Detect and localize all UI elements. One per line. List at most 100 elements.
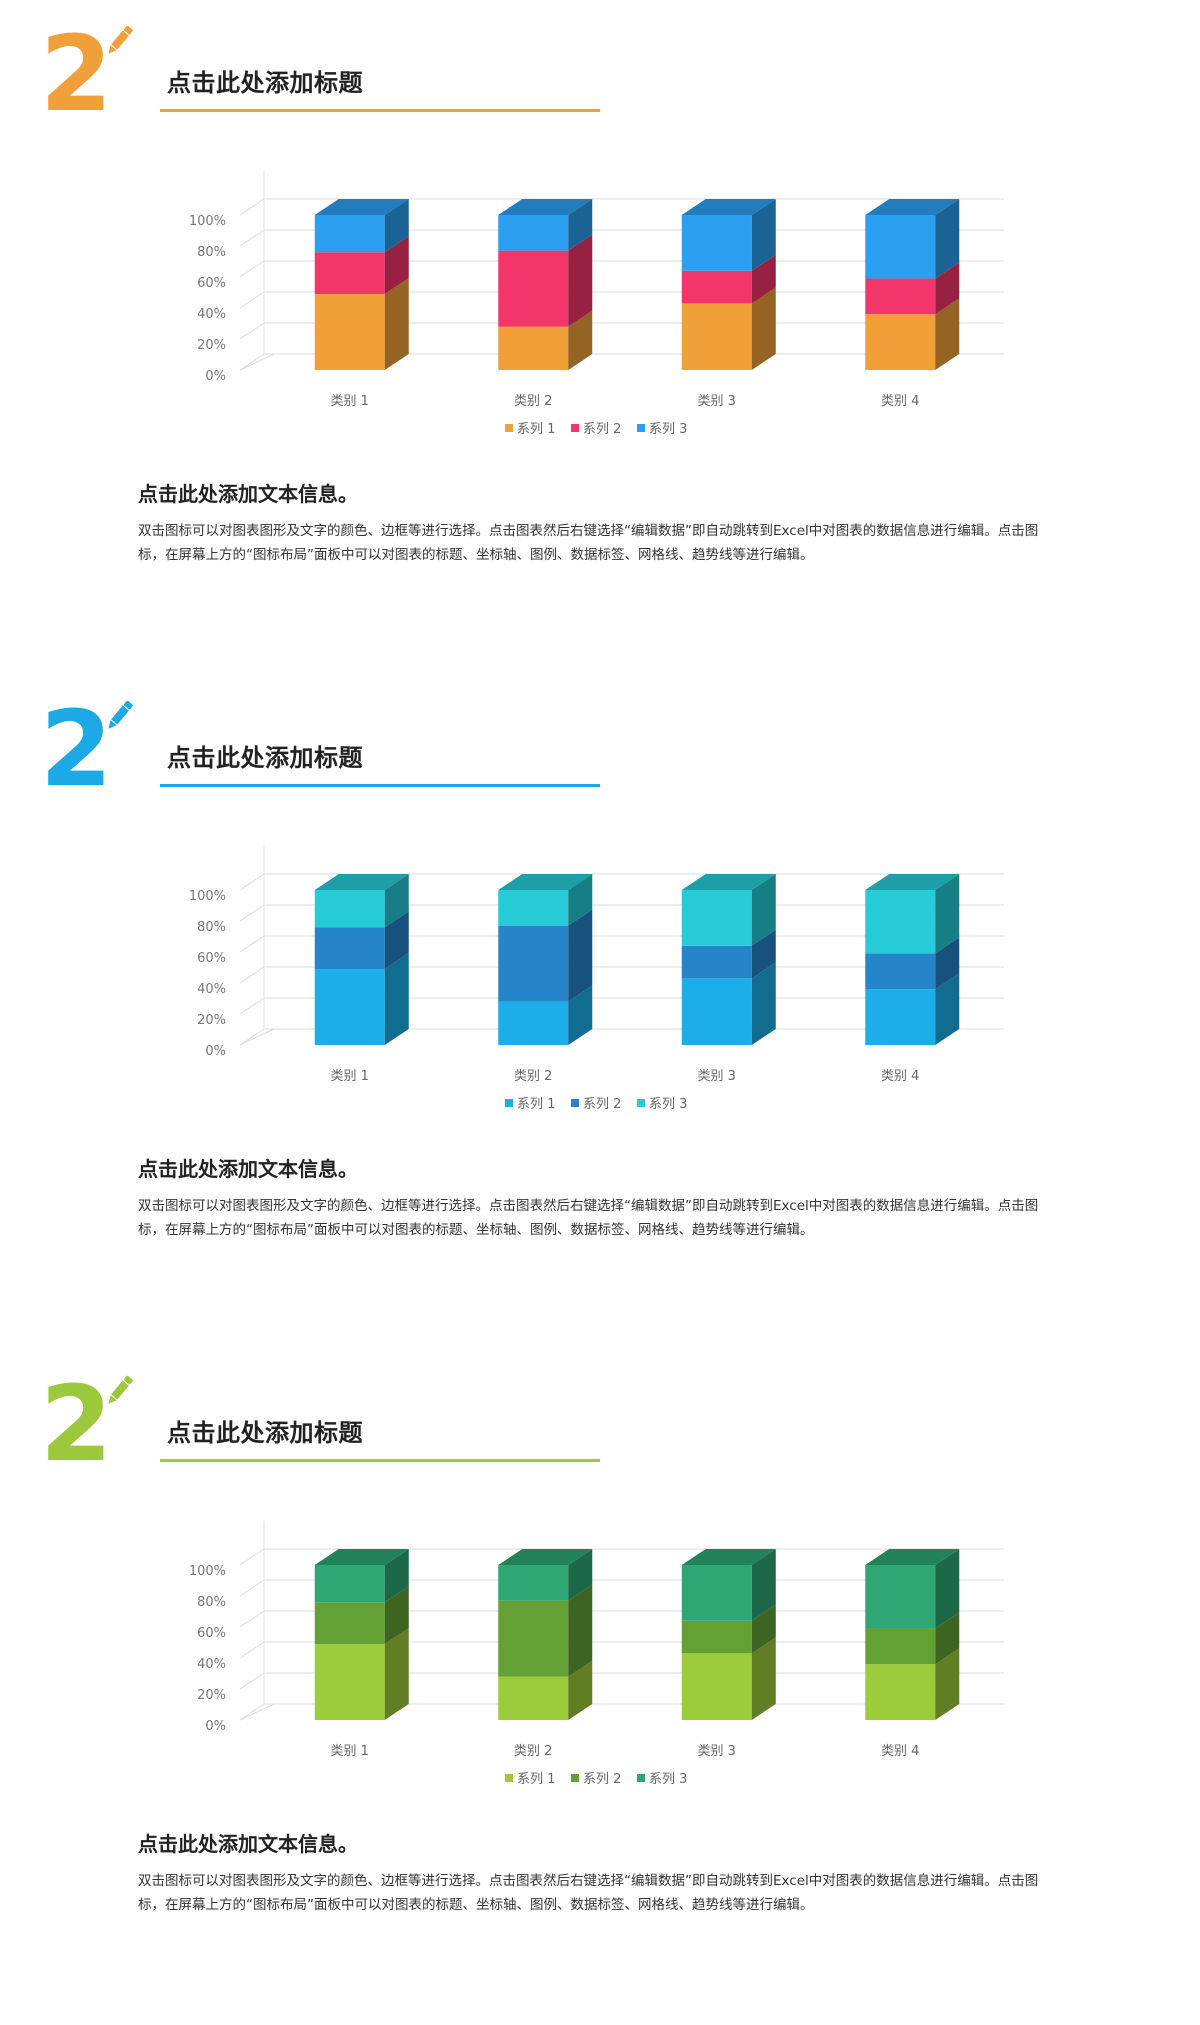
x-tick-label: 类别 1: [331, 394, 369, 409]
y-tick-label: 60%: [197, 951, 226, 966]
bar-segment: [865, 989, 936, 1045]
bar-segment: [498, 890, 569, 926]
legend-label: 系列 3: [649, 422, 687, 437]
x-tick-label: 类别 2: [514, 394, 552, 409]
floor-edge: [239, 1703, 275, 1721]
text-body[interactable]: 双击图标可以对图表图形及文字的颜色、边框等进行选择。点击图表然后右键选择“编辑数…: [138, 1194, 1058, 1242]
bar-side: [384, 1628, 409, 1720]
bar-segment: [314, 969, 385, 1045]
x-tick-label: 类别 2: [514, 1069, 552, 1084]
bar-side: [384, 278, 409, 370]
y-tick-label: 20%: [197, 1013, 226, 1028]
y-tick-label: 80%: [197, 245, 226, 260]
x-tick-label: 类别 3: [698, 394, 736, 409]
legend-swatch: [571, 1774, 579, 1782]
section-3: 2 点击此处添加标题 0% 20% 40% 60% 80% 100% 类别 1 类别 2 类别 …: [0, 1350, 1200, 2025]
y-tick-label: 40%: [197, 307, 226, 322]
legend-swatch: [637, 424, 645, 432]
legend-swatch: [505, 1099, 513, 1107]
gridline-diagonal: [239, 1703, 265, 1721]
stacked-bar-chart[interactable]: 0% 20% 40% 60% 80% 100% 类别 1 类别 2 类别 3 类别 4 系列 1 系列…: [0, 0, 1200, 480]
floor-edge: [239, 1028, 275, 1046]
bar-segment: [314, 890, 385, 928]
bar-segment: [681, 978, 752, 1045]
gridline-diagonal: [239, 997, 265, 1015]
legend-swatch: [637, 1774, 645, 1782]
legend-label: 系列 1: [517, 1097, 555, 1112]
bar-segment: [314, 294, 385, 370]
bar-segment: [498, 250, 569, 327]
text-body[interactable]: 双击图标可以对图表图形及文字的颜色、边框等进行选择。点击图表然后右键选择“编辑数…: [138, 519, 1058, 567]
legend-swatch: [571, 1099, 579, 1107]
legend-label: 系列 2: [583, 1772, 621, 1787]
floor-edge: [239, 353, 275, 371]
gridline-diagonal: [239, 966, 265, 984]
y-tick-label: 0%: [205, 1044, 226, 1059]
bar-segment: [314, 1565, 385, 1603]
bar-segment: [314, 1644, 385, 1720]
legend-label: 系列 2: [583, 422, 621, 437]
gridline-diagonal: [239, 935, 265, 953]
gridline-diagonal: [239, 873, 265, 891]
text-subheading[interactable]: 点击此处添加文本信息。: [138, 1828, 358, 1857]
gridline-diagonal: [239, 1610, 265, 1628]
x-tick-label: 类别 3: [698, 1744, 736, 1759]
bar-segment: [681, 1653, 752, 1720]
bar-side: [384, 953, 409, 1045]
x-tick-label: 类别 1: [331, 1069, 369, 1084]
bar-segment: [865, 1628, 936, 1665]
y-tick-label: 0%: [205, 1719, 226, 1734]
section-2: 2 点击此处添加标题 0% 20% 40% 60% 80% 100% 类别 1 类别 2 类别 …: [0, 675, 1200, 1350]
bar-segment: [681, 1620, 752, 1654]
y-tick-label: 80%: [197, 920, 226, 935]
y-tick-label: 0%: [205, 369, 226, 384]
gridline-diagonal: [239, 1028, 265, 1046]
bar-segment: [865, 1664, 936, 1720]
y-tick-label: 40%: [197, 982, 226, 997]
x-tick-label: 类别 3: [698, 1069, 736, 1084]
bar-segment: [314, 1602, 385, 1645]
stacked-bar-chart[interactable]: 0% 20% 40% 60% 80% 100% 类别 1 类别 2 类别 3 类别 4 系列 1 系列…: [0, 675, 1200, 1155]
bar-segment: [681, 945, 752, 979]
bar-segment: [681, 270, 752, 304]
gridline-diagonal: [239, 1672, 265, 1690]
x-tick-label: 类别 4: [881, 394, 919, 409]
bar-side: [568, 234, 593, 327]
bar-segment: [681, 303, 752, 370]
bar-segment: [498, 215, 569, 251]
gridline-diagonal: [239, 1548, 265, 1566]
y-tick-label: 60%: [197, 276, 226, 291]
section-1: 2 点击此处添加标题 0% 20% 40% 60% 80% 100% 类别 1 类别 2 类别 …: [0, 0, 1200, 675]
stacked-bar-chart[interactable]: 0% 20% 40% 60% 80% 100% 类别 1 类别 2 类别 3 类别 4 系列 1 系列…: [0, 1350, 1200, 1830]
bar-segment: [865, 314, 936, 370]
bar-segment: [314, 215, 385, 253]
bar-segment: [681, 1565, 752, 1621]
gridline-diagonal: [239, 198, 265, 216]
y-tick-label: 60%: [197, 1626, 226, 1641]
y-tick-label: 100%: [189, 889, 226, 904]
bar-segment: [498, 326, 569, 370]
legend-label: 系列 1: [517, 422, 555, 437]
gridline-diagonal: [239, 904, 265, 922]
legend-label: 系列 3: [649, 1097, 687, 1112]
bar-segment: [498, 925, 569, 1002]
gridline-diagonal: [239, 291, 265, 309]
legend-label: 系列 1: [517, 1772, 555, 1787]
y-tick-label: 100%: [189, 214, 226, 229]
text-body[interactable]: 双击图标可以对图表图形及文字的颜色、边框等进行选择。点击图表然后右键选择“编辑数…: [138, 1869, 1058, 1917]
bar-segment: [314, 252, 385, 295]
legend-swatch: [505, 424, 513, 432]
gridline-diagonal: [239, 260, 265, 278]
text-subheading[interactable]: 点击此处添加文本信息。: [138, 478, 358, 507]
gridline-diagonal: [239, 229, 265, 247]
y-tick-label: 20%: [197, 338, 226, 353]
bar-segment: [498, 1001, 569, 1045]
gridline-diagonal: [239, 322, 265, 340]
gridline-diagonal: [239, 353, 265, 371]
gridline-diagonal: [239, 1579, 265, 1597]
gridline-diagonal: [239, 1641, 265, 1659]
bar-side: [568, 909, 593, 1002]
text-subheading[interactable]: 点击此处添加文本信息。: [138, 1153, 358, 1182]
legend-swatch: [571, 424, 579, 432]
x-tick-label: 类别 4: [881, 1744, 919, 1759]
